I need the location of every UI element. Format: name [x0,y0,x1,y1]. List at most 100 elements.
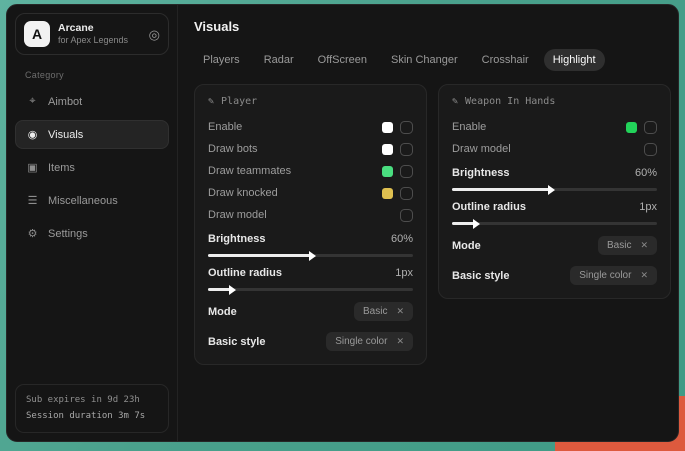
brand-text: Arcane for Apex Legends [58,22,141,46]
slider-fill [452,188,550,191]
settings-panel: ✎ Weapon In Hands Enable Draw model Brig… [438,84,671,299]
tag-close-icon[interactable]: ✕ [396,336,404,347]
tag-pill[interactable]: Single color ✕ [326,332,413,351]
color-swatch[interactable] [626,122,637,133]
slider-row: Outline radius 1px [208,267,413,291]
slider-value: 60% [635,167,657,179]
slider-fill [208,254,311,257]
wand-icon: ✎ [452,96,458,107]
sidebar-item-items[interactable]: ▣ Items [15,153,169,182]
slider-label: Brightness [208,233,265,245]
slider-label: Outline radius [452,201,526,213]
tab-highlight[interactable]: Highlight [544,49,605,71]
color-swatch[interactable] [382,144,393,155]
tag-row: Basic style Single color ✕ [452,266,657,285]
checkbox[interactable] [644,121,657,134]
slider-thumb[interactable] [473,219,480,229]
tag-value: Single color [335,336,387,347]
settings-icon: ⚙ [26,227,39,240]
checkbox[interactable] [400,143,413,156]
slider-thumb[interactable] [548,185,555,195]
main-content: Visuals Players Radar OffScreen Skin Change… [178,5,679,441]
app-logo: A [24,21,50,47]
checkbox[interactable] [400,209,413,222]
checkbox[interactable] [400,187,413,200]
slider-track[interactable] [208,254,413,257]
checkbox[interactable] [400,121,413,134]
toggle-label: Enable [208,121,242,133]
tag-close-icon[interactable]: ✕ [640,270,648,281]
slider-label: Brightness [452,167,509,179]
color-swatch[interactable] [382,122,393,133]
slider-fill [208,288,231,291]
sidebar-item-label: Settings [48,228,88,240]
sidebar-item-settings[interactable]: ⚙ Settings [15,219,169,248]
tag-pill[interactable]: Basic ✕ [598,236,657,255]
visuals-icon: ◉ [26,128,39,141]
slider-label: Outline radius [208,267,282,279]
tag-row-label: Basic style [208,336,265,348]
slider-track[interactable] [452,222,657,225]
slider-row: Brightness 60% [452,167,657,191]
toggle-row: Enable [452,116,657,138]
sidebar-item-label: Items [48,162,75,174]
sidebar-item-miscellaneous[interactable]: ☰ Miscellaneous [15,186,169,215]
wand-icon: ✎ [208,96,214,107]
tag-row: Basic style Single color ✕ [208,332,413,351]
sidebar-item-visuals[interactable]: ◉ Visuals [15,120,169,149]
slider-row: Brightness 60% [208,233,413,257]
toggle-label: Draw bots [208,143,258,155]
panel-header: ✎ Player [208,96,413,107]
slider-thumb[interactable] [229,285,236,295]
slider-track[interactable] [208,288,413,291]
tab-skin-changer[interactable]: Skin Changer [382,49,467,71]
toggle-row: Draw model [208,204,413,226]
tab-crosshair[interactable]: Crosshair [473,49,538,71]
tab-bar: Players Radar OffScreen Skin Changer Crossha… [194,49,671,71]
session-duration-text: Session duration 3m 7s [26,409,158,424]
slider-value: 60% [391,233,413,245]
brand-card: A Arcane for Apex Legends ◎ [15,13,169,55]
tag-row-label: Basic style [452,270,509,282]
tag-row-label: Mode [452,240,481,252]
toggle-label: Draw model [452,143,511,155]
tag-value: Single color [579,270,631,281]
panel-header: ✎ Weapon In Hands [452,96,657,107]
tag-close-icon[interactable]: ✕ [640,240,648,251]
tab-radar[interactable]: Radar [255,49,303,71]
sidebar-nav: ⌖ Aimbot ◉ Visuals ▣ Items ☰ Miscellaneo… [15,87,169,248]
checkbox[interactable] [400,165,413,178]
color-swatch[interactable] [382,188,393,199]
aimbot-icon: ⌖ [26,95,39,108]
panel-title: Player [221,96,257,107]
slider-row: Outline radius 1px [452,201,657,225]
miscellaneous-icon: ☰ [26,194,39,207]
slider-track[interactable] [452,188,657,191]
sidebar: A Arcane for Apex Legends ◎ Category ⌖ A… [7,5,178,441]
app-name: Arcane [58,22,141,35]
tag-pill[interactable]: Single color ✕ [570,266,657,285]
target-icon[interactable]: ◎ [149,28,160,41]
slider-value: 1px [639,201,657,213]
toggle-label: Enable [452,121,486,133]
toggle-label: Draw knocked [208,187,278,199]
tag-value: Basic [363,306,387,317]
tag-pill[interactable]: Basic ✕ [354,302,413,321]
color-swatch[interactable] [382,166,393,177]
tag-row: Mode Basic ✕ [208,302,413,321]
sidebar-item-label: Visuals [48,129,83,141]
tag-row: Mode Basic ✕ [452,236,657,255]
settings-panel: ✎ Player Enable Draw bots Draw teammates… [194,84,427,365]
tag-value: Basic [607,240,631,251]
tab-players[interactable]: Players [194,49,249,71]
checkbox[interactable] [644,143,657,156]
app-window: A Arcane for Apex Legends ◎ Category ⌖ A… [6,4,679,442]
tag-close-icon[interactable]: ✕ [396,306,404,317]
category-label: Category [25,70,159,80]
toggle-label: Draw teammates [208,165,291,177]
sidebar-item-aimbot[interactable]: ⌖ Aimbot [15,87,169,116]
page-title: Visuals [194,19,671,34]
slider-thumb[interactable] [309,251,316,261]
sidebar-item-label: Aimbot [48,96,82,108]
tab-offscreen[interactable]: OffScreen [309,49,376,71]
